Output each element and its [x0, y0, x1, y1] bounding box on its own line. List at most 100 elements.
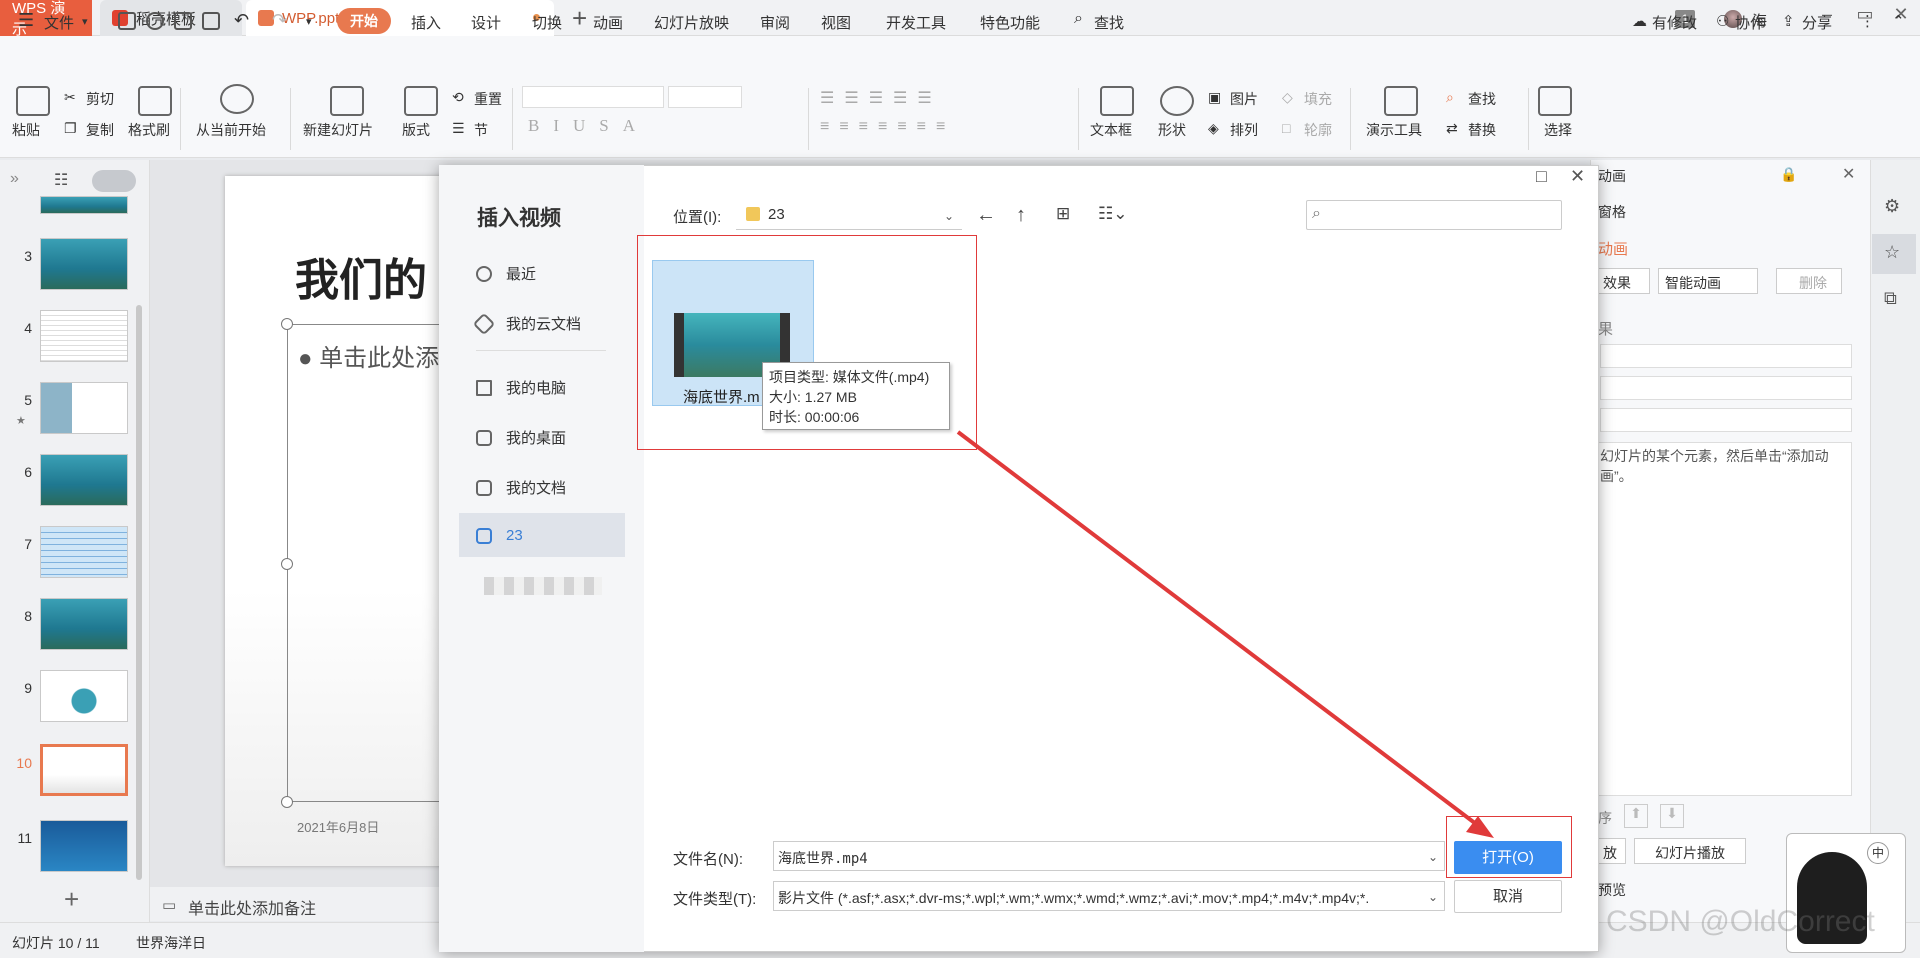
maximize-dialog-icon[interactable]: □	[1536, 166, 1547, 187]
collapse-ribbon-icon[interactable]: ⌃	[1892, 12, 1905, 30]
menu-review[interactable]: 审阅	[760, 12, 790, 33]
layout-icon[interactable]	[404, 86, 438, 116]
present-tools-button[interactable]: 演示工具	[1366, 120, 1422, 140]
slide-thumbnail-5[interactable]	[40, 382, 128, 434]
resize-handle[interactable]	[281, 796, 293, 808]
selection-window-link[interactable]: 窗格	[1598, 202, 1626, 222]
tab-wpp-document[interactable]: WPP.pptx	[246, 0, 554, 36]
expand-pane-icon[interactable]: »	[10, 170, 19, 188]
print-preview-icon[interactable]	[202, 12, 220, 30]
search-icon[interactable]: ⌕	[1074, 10, 1083, 28]
content-placeholder-text[interactable]: ● 单击此处添	[298, 338, 439, 373]
animation-list[interactable]	[1598, 442, 1852, 796]
menu-design[interactable]: 设计	[471, 12, 501, 33]
effect-property-select[interactable]	[1600, 376, 1852, 400]
notes-placeholder[interactable]: 单击此处添加备注	[188, 895, 316, 919]
shape-button[interactable]: 形状	[1158, 120, 1186, 140]
save-icon[interactable]	[118, 12, 136, 30]
cut-button[interactable]: 剪切	[86, 89, 114, 109]
slide-thumbnail-6[interactable]	[40, 454, 128, 506]
menu-file[interactable]: 文件	[44, 12, 74, 33]
chevron-down-icon[interactable]: ▾	[82, 15, 88, 28]
reset-button[interactable]: 重置	[474, 89, 502, 109]
menu-home[interactable]: 开始	[337, 8, 391, 34]
undo-icon[interactable]: ↶	[234, 10, 249, 31]
format-painter-icon[interactable]	[138, 86, 172, 116]
add-animation-button[interactable]: 动画	[1598, 238, 1628, 259]
font-size-select[interactable]	[668, 86, 742, 108]
chevron-down-icon[interactable]: ⌄	[1428, 850, 1438, 864]
print-icon[interactable]	[174, 12, 192, 30]
menu-transition[interactable]: 切换	[532, 12, 562, 33]
resize-handle[interactable]	[281, 558, 293, 570]
new-folder-icon[interactable]: ⊞	[1056, 204, 1070, 224]
fill-button[interactable]: 填充	[1304, 89, 1332, 109]
nav-desktop[interactable]: 我的桌面	[476, 427, 566, 448]
smart-animation-button[interactable]: 智能动画	[1658, 268, 1758, 294]
collaborate-icon[interactable]: ⚇	[1716, 12, 1729, 30]
slide-thumbnail-7[interactable]	[40, 526, 128, 578]
outline-icon[interactable]: □	[1282, 120, 1290, 136]
close-dialog-icon[interactable]: ✕	[1570, 166, 1585, 187]
section-icon[interactable]: ☰	[452, 120, 465, 137]
star-icon[interactable]: ☆	[1884, 242, 1900, 263]
slide-thumbnail-8[interactable]	[40, 598, 128, 650]
share-button[interactable]: 分享	[1802, 12, 1832, 33]
layout-button[interactable]: 版式	[402, 120, 430, 140]
view-mode-icon[interactable]: ☷⌄	[1098, 204, 1127, 224]
nav-blurred-item[interactable]	[484, 577, 602, 595]
close-pane-icon[interactable]: ✕	[1842, 164, 1855, 184]
move-down-icon[interactable]: ⬇	[1660, 804, 1684, 828]
cloud-sync-icon[interactable]: ☁	[1632, 12, 1647, 30]
menu-search[interactable]: 查找	[1094, 12, 1124, 33]
menu-developer[interactable]: 开发工具	[886, 12, 946, 33]
nav-recent[interactable]: 最近	[476, 263, 536, 284]
pane-title[interactable]: 动画	[1598, 166, 1626, 186]
nav-my-computer[interactable]: 我的电脑	[476, 377, 566, 398]
modified-status[interactable]: 有修改	[1652, 12, 1697, 33]
arrange-button[interactable]: 排列	[1230, 120, 1258, 140]
play-icon[interactable]	[220, 84, 254, 114]
chevron-down-icon[interactable]: ⌄	[1428, 890, 1438, 904]
align-icons[interactable]: ≡≡≡≡≡≡≡	[820, 118, 955, 136]
input-method-icon[interactable]: 中	[1867, 842, 1889, 864]
slide-thumbnail-10[interactable]	[40, 744, 128, 796]
find-button[interactable]: 查找	[1468, 89, 1496, 109]
slide-thumbnail-11[interactable]	[40, 820, 128, 872]
cancel-button[interactable]: 取消	[1454, 880, 1562, 913]
nav-cloud-docs[interactable]: 我的云文档	[472, 312, 581, 335]
up-folder-icon[interactable]: ↑	[1016, 204, 1026, 227]
open-button[interactable]: 打开(O)	[1454, 841, 1562, 874]
present-tools-icon[interactable]	[1384, 86, 1418, 116]
thumbnail-scrollbar[interactable]	[136, 305, 142, 880]
lock-icon[interactable]: 🔒	[1780, 166, 1797, 183]
nav-folder-23[interactable]: 23	[476, 527, 523, 544]
settings-sliders-icon[interactable]: ⚙	[1884, 196, 1900, 217]
arrange-icon[interactable]: ◈	[1208, 120, 1219, 137]
replace-icon[interactable]: ⇄	[1446, 120, 1458, 137]
more-icon[interactable]: ⋮	[1860, 12, 1875, 30]
paste-icon[interactable]	[16, 86, 50, 116]
slide-title[interactable]: 我们的	[295, 244, 427, 308]
chevron-down-icon[interactable]: ⌄	[944, 209, 954, 223]
paragraph-icons[interactable]: ☰☰☰☰☰	[820, 88, 942, 108]
replace-button[interactable]: 替换	[1468, 120, 1496, 140]
select-button[interactable]: 选择	[1544, 120, 1572, 140]
new-slide-button[interactable]: 新建幻灯片	[303, 120, 373, 140]
outline-view-icon[interactable]: ☷	[54, 170, 68, 190]
shape-icon[interactable]	[1160, 86, 1194, 116]
slide-thumbnail-4[interactable]	[40, 310, 128, 362]
effect-button[interactable]: 效果	[1598, 268, 1650, 294]
slideshow-button[interactable]: 幻灯片播放	[1634, 838, 1746, 864]
menu-slideshow[interactable]: 幻灯片放映	[654, 12, 729, 33]
new-slide-icon[interactable]	[330, 86, 364, 116]
autopreview-label[interactable]: 预览	[1598, 880, 1626, 900]
menu-view[interactable]: 视图	[821, 12, 851, 33]
select-icon[interactable]	[1538, 86, 1572, 116]
textbox-icon[interactable]	[1100, 86, 1134, 116]
theme-name[interactable]: 世界海洋日	[136, 933, 206, 953]
fill-icon[interactable]: ◇	[1282, 89, 1293, 106]
hamburger-icon[interactable]: ☰	[18, 10, 34, 31]
slide-thumbnail-9[interactable]	[40, 670, 128, 722]
redo-icon[interactable]: ↷	[272, 10, 287, 31]
